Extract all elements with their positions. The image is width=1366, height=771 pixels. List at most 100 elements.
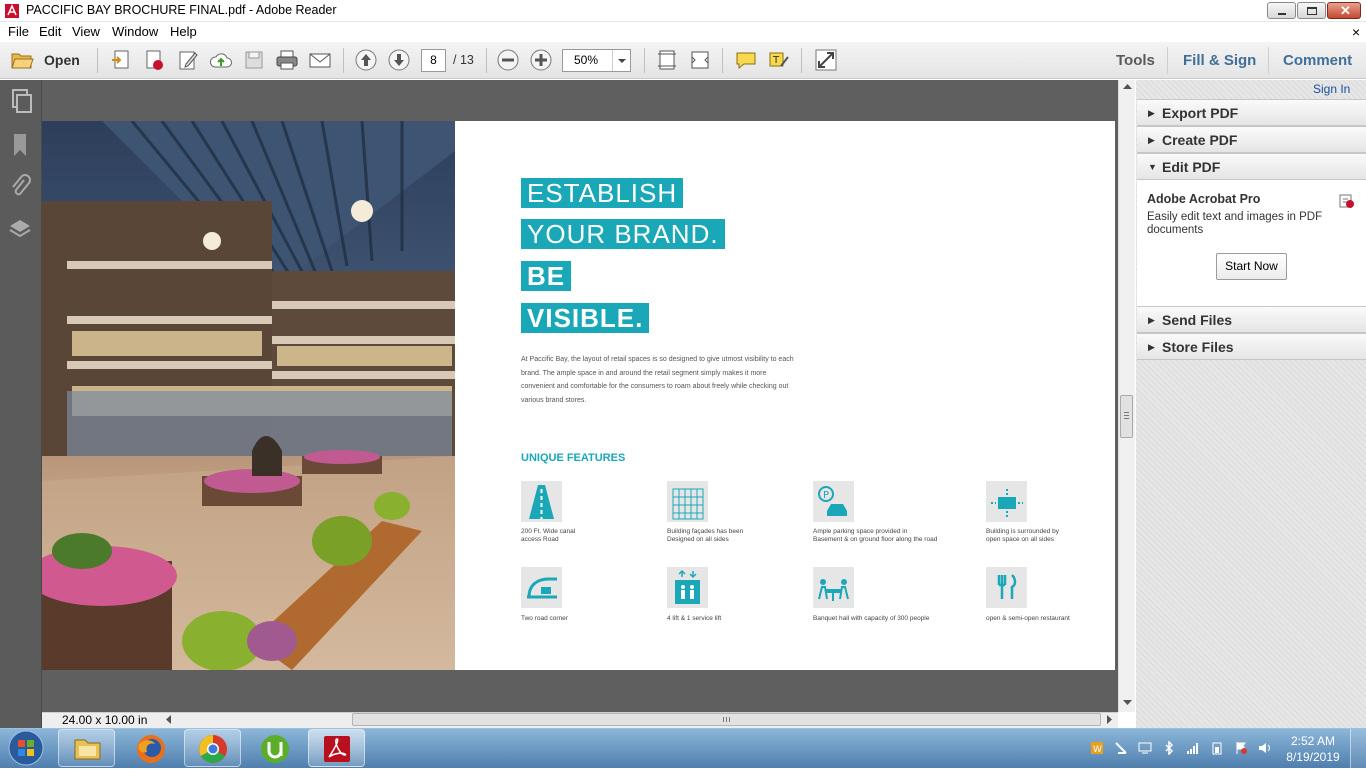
taskbar-chrome[interactable] (184, 729, 241, 767)
lift-icon (667, 567, 708, 608)
create-pdf-icon[interactable] (109, 48, 133, 72)
power-tray-icon[interactable] (1210, 741, 1224, 755)
menu-edit[interactable]: Edit (39, 24, 61, 39)
section-store-files[interactable]: ▶ Store Files (1137, 333, 1366, 360)
scroll-down-arrow-icon[interactable] (1123, 700, 1132, 706)
menu-help[interactable]: Help (170, 24, 197, 39)
caret-right-icon: ▶ (1148, 135, 1155, 145)
page-total-label: / 13 (453, 53, 474, 67)
headline-line-1: ESTABLISH (521, 178, 684, 208)
network-device-tray-icon[interactable] (1114, 741, 1128, 755)
caret-down-icon: ▼ (1148, 162, 1157, 172)
window-title: PACCIFIC BAY BROCHURE FINAL.pdf - Adobe … (26, 3, 337, 17)
attachments-icon[interactable] (8, 174, 32, 200)
headline-line-3: BE (521, 261, 572, 291)
section-send-files[interactable]: ▶ Send Files (1137, 306, 1366, 333)
toolbar-separator (343, 48, 344, 73)
building-facade-icon (667, 481, 708, 522)
menu-window[interactable]: Window (112, 24, 158, 39)
tab-separator (1268, 47, 1269, 74)
section-edit-pdf[interactable]: ▼ Edit PDF (1137, 153, 1366, 180)
grip-icon (1124, 412, 1129, 413)
section-label: Edit PDF (1162, 159, 1221, 175)
zoom-out-icon[interactable] (496, 48, 520, 72)
taskbar-firefox[interactable] (122, 729, 179, 767)
tab-tools[interactable]: Tools (1116, 52, 1155, 69)
fit-page-icon[interactable] (655, 48, 679, 72)
bluetooth-icon[interactable] (1162, 741, 1176, 755)
feature-4-text: Building is surrounded by open space on a… (986, 528, 1059, 543)
layers-icon[interactable] (8, 216, 32, 242)
section-label: Export PDF (1162, 105, 1239, 121)
zoom-dropdown-button[interactable] (612, 50, 630, 71)
volume-icon[interactable] (1258, 741, 1272, 755)
zoom-in-icon[interactable] (529, 48, 553, 72)
vertical-scroll-thumb[interactable] (1120, 395, 1133, 438)
open-button-label[interactable]: Open (44, 52, 80, 68)
previous-page-icon[interactable] (354, 48, 378, 72)
menu-view[interactable]: View (72, 24, 100, 39)
show-desktop-button[interactable] (1350, 729, 1366, 768)
minimize-icon (1278, 13, 1286, 15)
bookmarks-icon[interactable] (8, 132, 32, 158)
horizontal-scroll-thumb[interactable] (352, 713, 1101, 726)
feature-7-text: Banquet hall with capacity of 300 people (813, 615, 930, 622)
page-thumbnails-icon[interactable] (8, 88, 32, 114)
system-clock[interactable]: 2:52 AM 8/19/2019 (1283, 733, 1343, 765)
start-now-button[interactable]: Start Now (1216, 253, 1287, 280)
feature-6-text: 4 lift & 1 service lift (667, 615, 722, 622)
tab-separator (1167, 47, 1168, 74)
menu-bar: File Edit View Window Help × (0, 22, 1366, 42)
taskbar-utorrent[interactable] (246, 729, 303, 767)
road-icon (521, 481, 562, 522)
full-screen-icon[interactable] (814, 48, 838, 72)
close-document-icon[interactable]: × (1352, 24, 1360, 40)
scroll-right-arrow-icon[interactable] (1107, 715, 1113, 724)
combine-files-icon[interactable] (142, 48, 166, 72)
section-create-pdf[interactable]: ▶ Create PDF (1137, 126, 1366, 153)
page-number-input[interactable]: 8 (421, 49, 446, 72)
tab-comment[interactable]: Comment (1283, 52, 1352, 69)
utorrent-icon (261, 735, 289, 763)
section-label: Create PDF (1162, 132, 1238, 148)
taskbar-adobe-reader[interactable] (308, 729, 365, 767)
tab-fill-sign[interactable]: Fill & Sign (1183, 52, 1256, 69)
word-tray-icon[interactable]: W (1090, 741, 1104, 755)
minimize-button[interactable] (1267, 2, 1296, 19)
edit-document-icon[interactable] (176, 48, 200, 72)
action-center-flag-icon[interactable] (1234, 741, 1248, 755)
parking-icon: P (813, 481, 854, 522)
caret-right-icon: ▶ (1148, 108, 1155, 118)
scroll-up-arrow-icon[interactable] (1123, 83, 1132, 89)
next-page-icon[interactable] (387, 48, 411, 72)
scroll-left-arrow-icon[interactable] (165, 715, 171, 724)
clock-date: 8/19/2019 (1286, 750, 1340, 764)
maximize-button[interactable] (1297, 2, 1326, 19)
section-export-pdf[interactable]: ▶ Export PDF (1137, 99, 1366, 126)
taskbar-file-explorer[interactable] (58, 729, 115, 767)
feature-3-text: Ample parking space provided in Basement … (813, 528, 938, 543)
email-icon[interactable] (308, 48, 332, 72)
fit-width-icon[interactable] (688, 48, 712, 72)
open-space-icon (986, 481, 1027, 522)
wifi-signal-icon[interactable] (1186, 741, 1200, 755)
feature-8-text: open & semi-open restaurant (986, 615, 1070, 622)
acrobat-pro-description: Easily edit text and images in PDF docum… (1147, 211, 1323, 236)
display-tray-icon[interactable] (1138, 741, 1152, 755)
comment-note-icon[interactable] (734, 48, 758, 72)
open-folder-icon[interactable] (10, 48, 34, 72)
start-button-icon[interactable] (6, 729, 46, 767)
upload-cloud-icon[interactable] (209, 48, 233, 72)
brochure-photo-atrium (42, 121, 455, 670)
sign-in-link[interactable]: Sign In (1313, 82, 1350, 96)
highlight-text-icon[interactable]: T (767, 48, 791, 72)
menu-file[interactable]: File (8, 24, 29, 39)
acrobat-info-icon[interactable] (1338, 193, 1355, 210)
close-button[interactable]: ✕ (1327, 2, 1361, 19)
section-label: Store Files (1162, 339, 1234, 355)
zoom-value: 50% (574, 53, 599, 67)
print-icon[interactable] (275, 48, 299, 72)
restore-icon (1307, 7, 1317, 15)
save-icon[interactable] (242, 48, 266, 72)
toolbar-separator (722, 48, 723, 73)
